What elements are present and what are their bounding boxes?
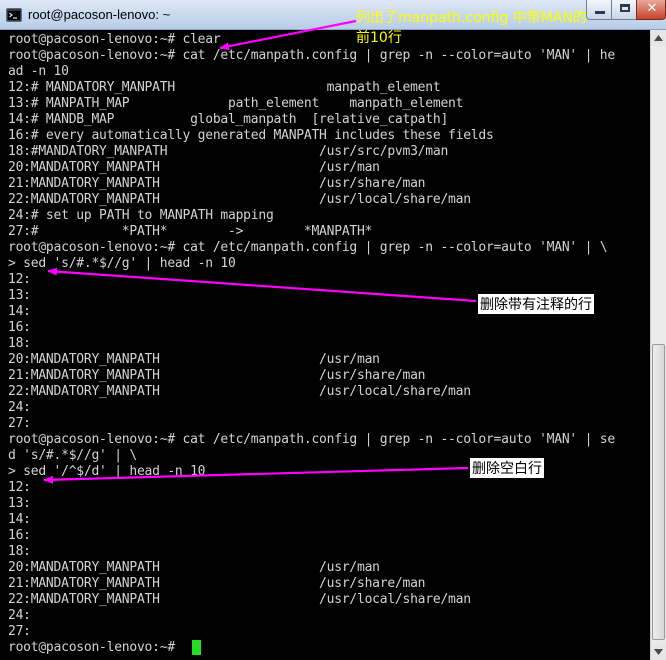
terminal-line: 16: bbox=[8, 528, 31, 543]
terminal-line: 13:# MANPATH_MAP path_element manpath_el… bbox=[8, 96, 464, 111]
terminal-line: 27: bbox=[8, 416, 31, 431]
scroll-down-icon bbox=[654, 649, 663, 655]
terminal-output[interactable]: root@pacoson-lenovo:~# clear root@pacoson… bbox=[0, 30, 650, 660]
terminal-line: d 's/#.*$//g' | \ bbox=[8, 448, 137, 463]
terminal-app-icon bbox=[6, 8, 22, 22]
terminal-line: 24:# set up PATH to MANPATH mapping bbox=[8, 208, 274, 223]
close-button[interactable]: ✕ bbox=[636, 0, 666, 20]
terminal-line: 16: bbox=[8, 320, 31, 335]
maximize-icon bbox=[620, 4, 630, 12]
terminal-line: 22:MANDATORY_MANPATH /usr/local/share/ma… bbox=[8, 384, 471, 399]
terminal-line: 12:# MANDATORY_MANPATH manpath_element bbox=[8, 80, 441, 95]
terminal-line: 24: bbox=[8, 400, 31, 415]
terminal-line: root@pacoson-lenovo:~# cat /etc/manpath.… bbox=[8, 240, 608, 255]
annotation-note-3: 删除空白行 bbox=[470, 458, 544, 478]
terminal-line: root@pacoson-lenovo:~# cat /etc/manpath.… bbox=[8, 48, 615, 63]
terminal-line: 22:MANDATORY_MANPATH /usr/local/share/ma… bbox=[8, 192, 471, 207]
terminal-cursor bbox=[192, 640, 201, 655]
terminal-line: 20:MANDATORY_MANPATH /usr/man bbox=[8, 352, 380, 367]
terminal-line: > sed 's/#.*$//g' | head -n 10 bbox=[8, 256, 236, 271]
maximize-button[interactable] bbox=[611, 0, 637, 20]
terminal-line: root@pacoson-lenovo:~# clear bbox=[8, 32, 221, 47]
terminal-line: 27:# *PATH* -> *MANPATH* bbox=[8, 224, 373, 239]
annotation-note-2: 删除带有注释的行 bbox=[478, 294, 594, 314]
scroll-down-button[interactable] bbox=[651, 644, 666, 660]
terminal-line: 20:MANDATORY_MANPATH /usr/man bbox=[8, 160, 380, 175]
terminal-line: 14:# MANDB_MAP global_manpath [relative_… bbox=[8, 112, 449, 127]
close-icon: ✕ bbox=[646, 1, 658, 16]
terminal-line: 21:MANDATORY_MANPATH /usr/share/man bbox=[8, 176, 426, 191]
terminal-line: root@pacoson-lenovo:~# bbox=[8, 640, 183, 655]
terminal-line: 13: bbox=[8, 496, 31, 511]
terminal-line: 14: bbox=[8, 304, 31, 319]
terminal-line: root@pacoson-lenovo:~# cat /etc/manpath.… bbox=[8, 432, 615, 447]
scroll-up-button[interactable] bbox=[651, 30, 666, 46]
terminal-line: 12: bbox=[8, 272, 31, 287]
terminal-line: 18: bbox=[8, 544, 31, 559]
terminal-line: 13: bbox=[8, 288, 31, 303]
scroll-up-icon bbox=[654, 35, 663, 41]
terminal-line: 18:#MANDATORY_MANPATH /usr/src/pvm3/man bbox=[8, 144, 449, 159]
terminal-line: 18: bbox=[8, 336, 31, 351]
terminal-line: 24: bbox=[8, 608, 31, 623]
terminal-line: 14: bbox=[8, 512, 31, 527]
scrollbar-thumb[interactable] bbox=[652, 344, 665, 640]
terminal-line: ad -n 10 bbox=[8, 64, 69, 79]
window-title: root@pacoson-lenovo: ~ bbox=[28, 7, 171, 22]
annotation-note-1: 列出了manpath.config 中带MAN的前10行 bbox=[356, 10, 587, 46]
terminal-line: 21:MANDATORY_MANPATH /usr/share/man bbox=[8, 576, 426, 591]
minimize-icon bbox=[595, 11, 605, 14]
terminal-line: > sed '/^$/d' | head -n 10 bbox=[8, 464, 206, 479]
terminal-line: 12: bbox=[8, 480, 31, 495]
vertical-scrollbar[interactable] bbox=[650, 30, 666, 660]
terminal-line: 22:MANDATORY_MANPATH /usr/local/share/ma… bbox=[8, 592, 471, 607]
terminal-line: 20:MANDATORY_MANPATH /usr/man bbox=[8, 560, 380, 575]
terminal-line: 21:MANDATORY_MANPATH /usr/share/man bbox=[8, 368, 426, 383]
terminal-line: 16:# every automatically generated MANPA… bbox=[8, 128, 494, 143]
terminal-line: 27: bbox=[8, 624, 31, 639]
